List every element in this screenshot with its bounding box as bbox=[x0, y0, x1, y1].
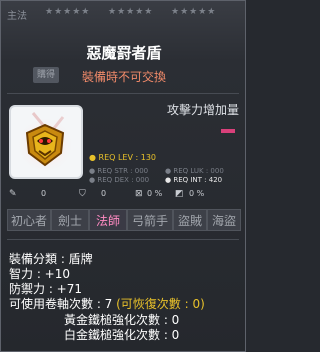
attack-increase-label: 攻擊力增加量 bbox=[166, 103, 239, 117]
job-thief: 盜賊 bbox=[173, 209, 207, 231]
job-beginner: 初心者 bbox=[7, 209, 51, 231]
req-str: ● REQ STR : 000 bbox=[89, 167, 149, 175]
job-mage: 法師 bbox=[89, 209, 127, 231]
stat-platinum-hammer: 白金鐵槌強化次數 : 0 bbox=[64, 328, 180, 342]
small-stat: 0 bbox=[41, 189, 47, 198]
item-tooltip: 主法 ★★★★★ ★★★★★ ★★★★★ 惡魔罸者盾 購得 裝備時不可交換 攻擊… bbox=[0, 0, 246, 352]
req-int: ● REQ INT : 420 bbox=[165, 176, 223, 184]
job-warrior: 劍士 bbox=[51, 209, 89, 231]
shield-small-icon: ◩ bbox=[175, 189, 184, 199]
req-luk: ● REQ LUK : 000 bbox=[165, 167, 224, 175]
lock-icon: ⊠ bbox=[135, 189, 143, 199]
job-archer: 弓箭手 bbox=[127, 209, 173, 231]
item-icon-frame bbox=[9, 105, 83, 179]
upgrades-recover: (可恢復次數 : 0) bbox=[116, 297, 205, 311]
job-pirate: 海盜 bbox=[207, 209, 241, 231]
small-stat-row: ✎ 0 ⛉ 0 ⊠ 0 % ◩ 0 % bbox=[7, 189, 241, 201]
tradeable-status: 裝備時不可交換 bbox=[81, 70, 166, 84]
star-group: ★★★★★ bbox=[108, 7, 154, 17]
upgrades-label: 可使用卷軸次數 : 7 bbox=[9, 297, 117, 311]
star-group: ★★★★★ bbox=[45, 7, 91, 17]
small-stat: 0 % bbox=[189, 189, 205, 198]
divider bbox=[7, 93, 239, 94]
item-name: 惡魔罸者盾 bbox=[86, 44, 162, 62]
demon-shield-icon bbox=[15, 112, 75, 175]
req-level: ● REQ LEV : 130 bbox=[89, 153, 157, 162]
star-group: ★★★★★ bbox=[171, 7, 217, 17]
pin-icon: ✎ bbox=[9, 189, 17, 199]
bag-icon: ⛉ bbox=[79, 189, 86, 199]
stat-upgrades: 可使用卷軸次數 : 7 (可恢復次數 : 0) bbox=[9, 295, 205, 312]
divider bbox=[7, 239, 239, 240]
req-dex: ● REQ DEX : 000 bbox=[89, 176, 150, 184]
small-stat: 0 % bbox=[147, 189, 163, 198]
job-row: 初心者 劍士 法師 弓箭手 盜賊 海盜 bbox=[7, 209, 241, 233]
attack-increase-indicator bbox=[221, 129, 235, 133]
star-force-bar: ★★★★★ ★★★★★ ★★★★★ bbox=[5, 7, 245, 21]
small-stat: 0 bbox=[101, 189, 107, 198]
